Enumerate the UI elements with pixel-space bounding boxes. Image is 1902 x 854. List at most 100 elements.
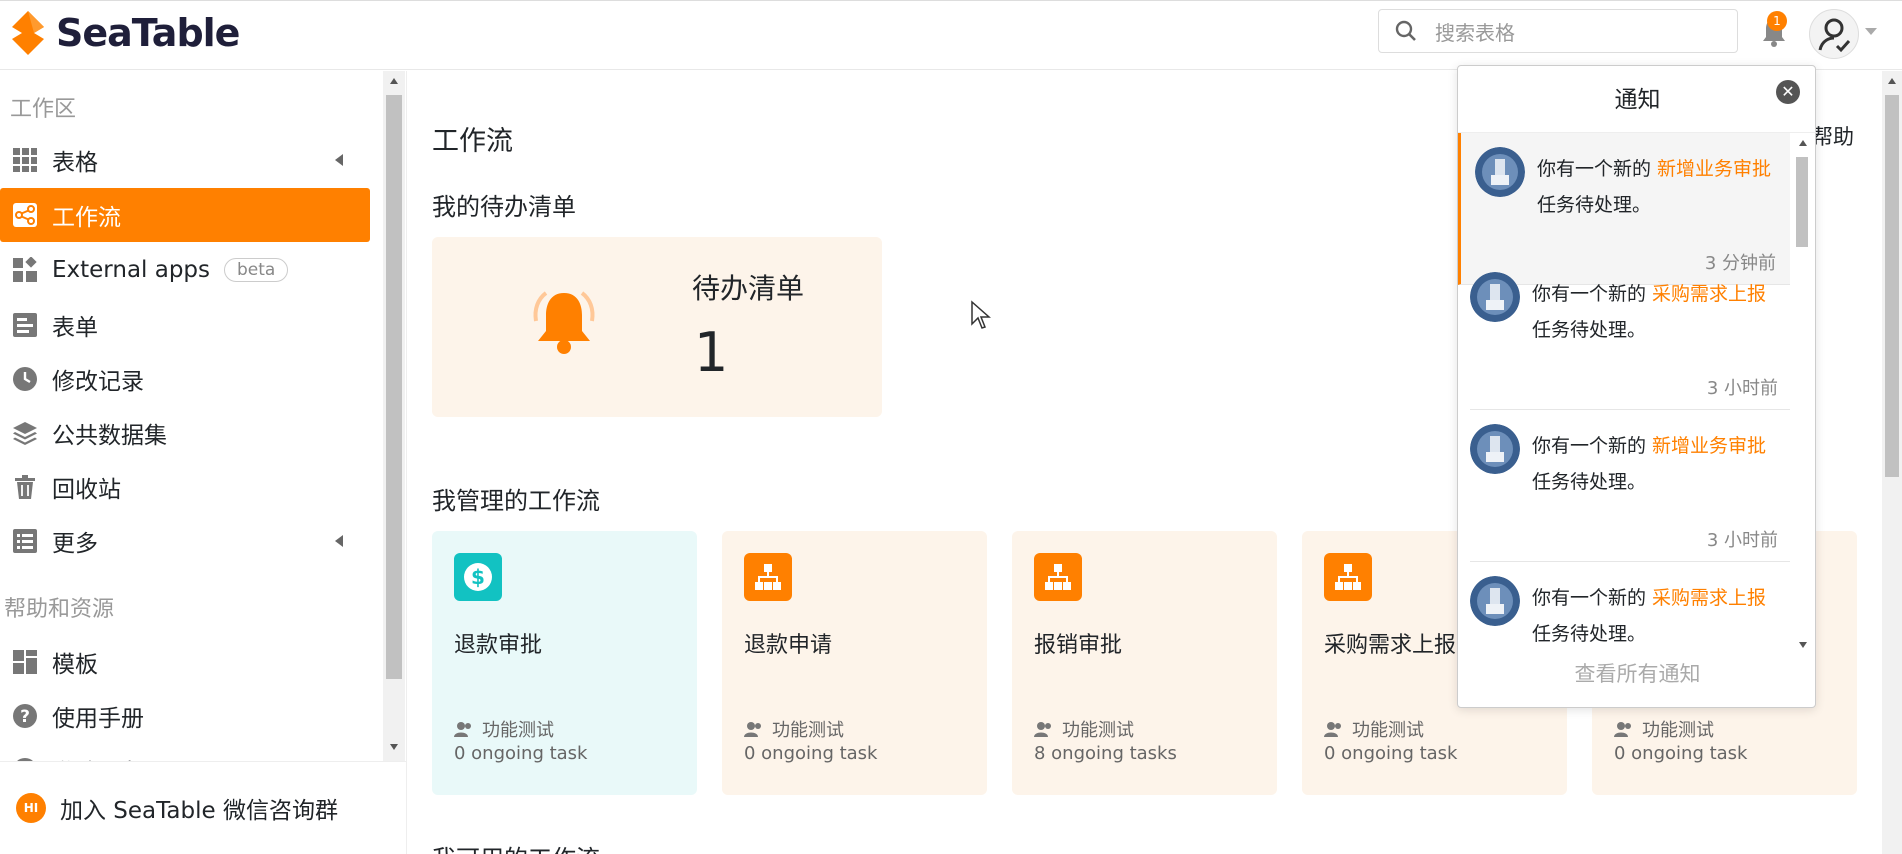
notification-prefix: 你有一个新的 — [1532, 435, 1653, 457]
sidebar-item-trash[interactable]: 回收站 — [0, 460, 370, 514]
notification-text: 你有一个新的 采购需求上报 任务待处理。 — [1532, 276, 1782, 348]
sidebar-item-history[interactable]: 修改记录 — [0, 352, 370, 406]
view-all-notifications-link[interactable]: 查看所有通知 — [1458, 658, 1817, 688]
sidebar-scroll-thumb[interactable] — [386, 95, 402, 679]
wechat-group-link[interactable]: HI 加入 SeaTable 微信咨询群 — [0, 761, 407, 854]
chevron-down-icon[interactable] — [1864, 27, 1878, 37]
sidebar-item-external-apps[interactable]: External apps beta — [0, 243, 370, 297]
sidebar-item-templates[interactable]: 模板 — [0, 635, 370, 689]
workflow-owner-label: 功能测试 — [1642, 720, 1714, 741]
trash-icon — [12, 474, 38, 500]
apps-icon — [12, 257, 38, 283]
workflow-tasks: 0 ongoing task — [454, 743, 588, 764]
scroll-down-icon[interactable] — [1798, 641, 1808, 649]
svg-text:$: $ — [471, 565, 485, 589]
avatar — [1475, 147, 1525, 197]
sidebar-item-label: 邀请朋友 — [52, 753, 144, 761]
users-icon — [744, 722, 761, 737]
svg-text:?: ? — [20, 707, 30, 727]
workflow-owner: 功能测试 — [1034, 716, 1134, 742]
sidebar-scrollbar[interactable] — [383, 71, 405, 761]
search-icon — [1395, 20, 1416, 41]
user-avatar[interactable] — [1809, 9, 1859, 59]
top-header: SeaTable 搜索表格 1 — [0, 0, 1902, 70]
notification-item[interactable]: 你有一个新的 采购需求上报 任务待处理。 — [1470, 562, 1790, 656]
sidebar-item-invite[interactable]: 邀请朋友 — [0, 743, 370, 761]
sidebar-item-manual[interactable]: ? 使用手册 — [0, 689, 370, 743]
notification-item[interactable]: 你有一个新的 采购需求上报 任务待处理。 3 小时前 — [1470, 258, 1790, 410]
workflow-name: 报销审批 — [1034, 633, 1123, 658]
workflow-owner-label: 功能测试 — [1352, 720, 1424, 741]
notification-scrollbar[interactable] — [1790, 133, 1814, 656]
sidebar-item-label: 更多 — [52, 531, 98, 557]
avatar — [1470, 576, 1520, 626]
usable-section-title: 我可用的工作流 — [432, 839, 600, 854]
list-icon — [12, 528, 38, 554]
sidebar-item-more[interactable]: 更多 — [0, 514, 370, 568]
workflow-card[interactable]: 退款申请 功能测试 0 ongoing task — [722, 531, 987, 795]
scroll-up-icon[interactable] — [1798, 139, 1808, 147]
notification-suffix: 任务待处理。 — [1537, 194, 1652, 216]
notification-link[interactable]: 新增业务审批 — [1657, 158, 1771, 180]
workflow-owner: 功能测试 — [454, 716, 554, 742]
question-icon: ? — [12, 703, 38, 729]
todo-card[interactable]: 待办清单 1 — [432, 237, 882, 417]
notification-prefix: 你有一个新的 — [1532, 587, 1653, 609]
notification-text: 你有一个新的 新增业务审批 任务待处理。 — [1532, 428, 1782, 500]
workflow-card[interactable]: $ 退款审批 功能测试 0 ongoing task — [432, 531, 697, 795]
sidebar-item-tables[interactable]: 表格 — [0, 133, 370, 187]
caret-left-icon[interactable] — [334, 153, 344, 167]
notification-item[interactable]: 你有一个新的 新增业务审批 任务待处理。 3 小时前 — [1470, 410, 1790, 562]
sidebar-item-workflow[interactable]: 工作流 — [0, 188, 370, 242]
notification-title: 通知 — [1614, 87, 1661, 113]
layers-icon — [12, 420, 38, 446]
grid-icon — [12, 147, 38, 173]
mouse-cursor-icon — [971, 300, 991, 329]
sidebar-item-label: 模板 — [52, 652, 98, 678]
workflow-owner: 功能测试 — [744, 716, 844, 742]
notification-suffix: 任务待处理。 — [1532, 623, 1647, 645]
users-icon — [1324, 722, 1341, 737]
notification-badge: 1 — [1767, 11, 1787, 31]
hierarchy-icon — [1034, 553, 1082, 601]
user-icon — [1818, 18, 1851, 53]
hierarchy-icon — [744, 553, 792, 601]
sidebar-item-forms[interactable]: 表单 — [0, 298, 370, 352]
help-resources-title: 帮助和资源 — [4, 597, 115, 622]
caret-left-icon[interactable] — [334, 534, 344, 548]
main-scrollbar[interactable] — [1882, 71, 1902, 854]
scroll-down-icon[interactable] — [389, 743, 399, 751]
notification-list: 你有一个新的 新增业务审批 任务待处理。 3 分钟前 你有一个新的 采购需求上报… — [1458, 132, 1817, 656]
sidebar-item-datasets[interactable]: 公共数据集 — [0, 406, 370, 460]
scroll-up-icon[interactable] — [1887, 77, 1897, 85]
search-input[interactable]: 搜索表格 — [1378, 9, 1738, 53]
notification-link[interactable]: 采购需求上报 — [1652, 283, 1766, 305]
notification-popover: 通知 ✕ 你有一个新的 新增业务审批 任务待处理。 3 分钟前 你有一个新的 采… — [1457, 65, 1817, 708]
sidebar-item-label: 表单 — [52, 315, 98, 341]
notification-scroll-thumb[interactable] — [1796, 157, 1808, 247]
logo[interactable]: SeaTable — [8, 9, 240, 57]
workflow-tasks: 0 ongoing task — [744, 743, 878, 764]
notification-time: 3 小时前 — [1706, 530, 1778, 551]
main-scroll-thumb[interactable] — [1885, 95, 1899, 477]
workflow-name: 采购需求上报 — [1324, 633, 1457, 658]
scroll-up-icon[interactable] — [389, 77, 399, 85]
managed-section-title: 我管理的工作流 — [432, 487, 600, 515]
notification-suffix: 任务待处理。 — [1532, 319, 1647, 341]
hi-chat-icon: HI — [16, 793, 46, 823]
dollar-icon: $ — [454, 553, 502, 601]
sidebar-item-label: External apps — [52, 257, 211, 283]
close-icon[interactable]: ✕ — [1776, 80, 1800, 104]
search-placeholder: 搜索表格 — [1435, 20, 1515, 45]
workflow-owner: 功能测试 — [1324, 716, 1424, 742]
notification-link[interactable]: 采购需求上报 — [1652, 587, 1766, 609]
hierarchy-icon — [1324, 553, 1372, 601]
workflow-tasks: 0 ongoing task — [1324, 743, 1458, 764]
notification-link[interactable]: 新增业务审批 — [1652, 435, 1766, 457]
users-icon — [1614, 722, 1631, 737]
form-icon — [12, 312, 38, 338]
avatar — [1470, 424, 1520, 474]
workflow-card[interactable]: 报销审批 功能测试 8 ongoing tasks — [1012, 531, 1277, 795]
help-link[interactable]: 帮助 — [1812, 121, 1854, 151]
workflow-name: 退款申请 — [744, 633, 833, 658]
